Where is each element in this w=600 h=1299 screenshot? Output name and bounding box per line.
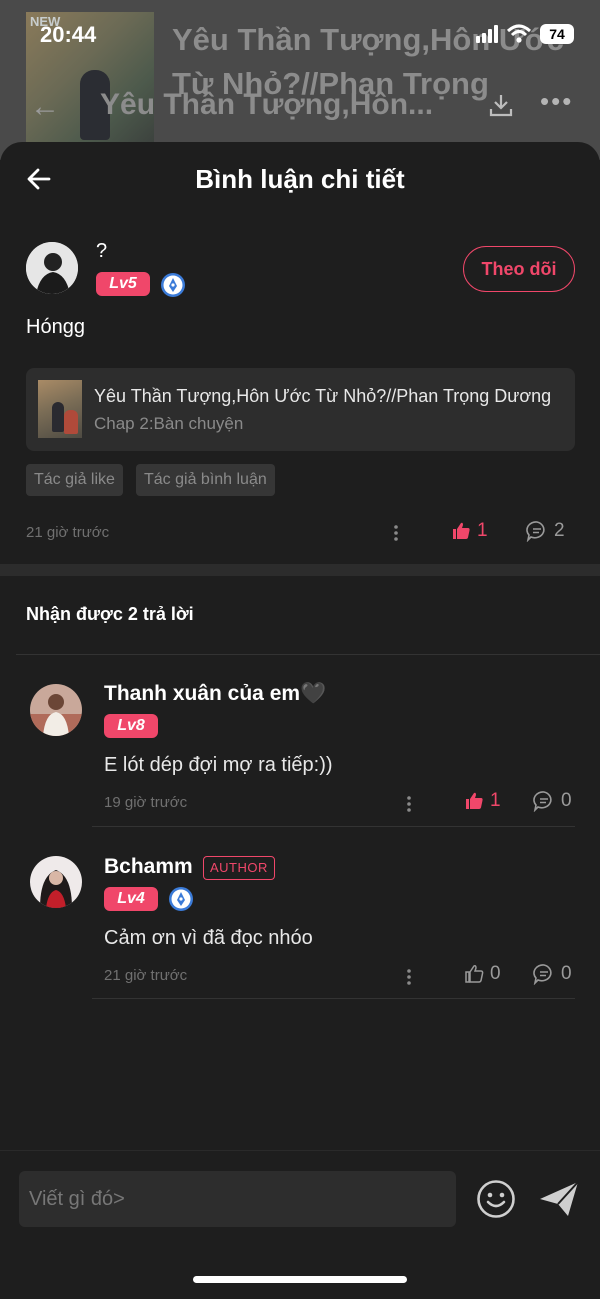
commenter-name[interactable]: ? [96,240,107,263]
story-title: Yêu Thần Tượng,Hôn Ước Từ Nhỏ?//Phan Trọ… [94,386,552,406]
follow-button[interactable]: Theo dõi [463,246,575,292]
tag-author-like: Tác giả like [26,464,123,496]
reply-time: 21 giờ trước [104,967,188,984]
like-button[interactable]: 1 [451,520,488,542]
thumbs-up-outline-icon [465,965,484,983]
story-reference-card[interactable]: Yêu Thần Tượng,Hôn Ước Từ Nhỏ?//Phan Trọ… [26,368,575,451]
thumbs-up-filled-icon [453,522,470,539]
comment-detail-sheet: Bình luận chi tiết ? Lv5 Theo dõi Hóngg … [0,142,600,1299]
reply-user-name[interactable]: Bchamm [104,855,193,879]
battery-indicator: 74 [540,24,574,44]
background-navbar: ← Yêu Thần Tượng,Hôn... ••• [0,82,600,132]
like-button[interactable]: 1 [464,790,501,812]
avatar[interactable] [30,684,82,736]
avatar-image [26,242,78,294]
reply-text: Cảm ơn vì đã đọc nhóo [104,927,313,949]
verified-pen-icon [161,273,185,297]
story-chapter: Chap 2:Bàn chuyện [94,414,244,433]
thumbs-up-filled-icon [466,792,483,809]
comment-time: 21 giờ trước [26,524,110,541]
like-button[interactable]: 0 [464,963,501,985]
level-badge: Lv4 [104,887,158,911]
replies-count-header: Nhận được 2 trả lời [26,604,194,624]
author-badge: AUTHOR [203,856,275,880]
wifi-icon [506,24,532,43]
avatar-image [30,856,82,908]
more-options-icon[interactable] [406,968,412,986]
reply-text: E lót dép đợi mợ ra tiếp:)) [104,754,333,776]
avatar[interactable] [26,242,78,294]
reply-button[interactable]: 0 [533,963,572,985]
more-options-icon[interactable] [393,524,399,542]
status-time: 20:44 [40,22,97,47]
send-button[interactable] [538,1179,580,1219]
divider [16,654,600,655]
avatar-image [30,684,82,736]
comment-input[interactable] [19,1171,456,1227]
reply-count: 0 [561,963,572,984]
comment-bubble-icon [533,791,552,812]
reply-button[interactable]: 0 [533,790,572,812]
reply-count: 2 [554,520,565,541]
divider [92,826,575,827]
more-options-icon[interactable] [406,795,412,813]
back-arrow-icon: ← [30,90,60,123]
background-story-page: NEW Yêu Thần Tượng,Hôn Ước Từ Nhỏ?//Phan… [0,0,600,160]
like-count: 1 [477,520,488,541]
status-icons: 74 [476,24,574,44]
story-thumbnail [38,380,82,438]
background-nav-title: Yêu Thần Tượng,Hôn... [100,88,434,121]
reply-count: 0 [561,790,572,811]
avatar[interactable] [30,856,82,908]
like-count: 1 [490,790,501,811]
comment-bubble-icon [526,521,545,542]
divider [92,998,575,999]
home-indicator [193,1276,407,1283]
more-icon: ••• [540,86,574,116]
reply-user-name[interactable]: Thanh xuân của em🖤 [104,682,326,706]
level-badge: Lv8 [104,714,158,738]
tag-author-comment: Tác giả bình luận [136,464,275,496]
emoji-button[interactable] [476,1179,516,1219]
level-badge: Lv5 [96,272,150,296]
reply-button[interactable]: 2 [526,520,565,542]
section-divider [0,564,600,576]
page-title: Bình luận chi tiết [195,164,405,194]
sheet-header: Bình luận chi tiết [0,142,600,218]
reply-time: 19 giờ trước [104,794,188,811]
download-icon [489,95,513,117]
signal-icon [476,25,498,43]
comment-bubble-icon [533,964,552,985]
verified-pen-icon [169,887,193,911]
comment-text: Hóngg [26,316,85,338]
like-count: 0 [490,963,501,984]
